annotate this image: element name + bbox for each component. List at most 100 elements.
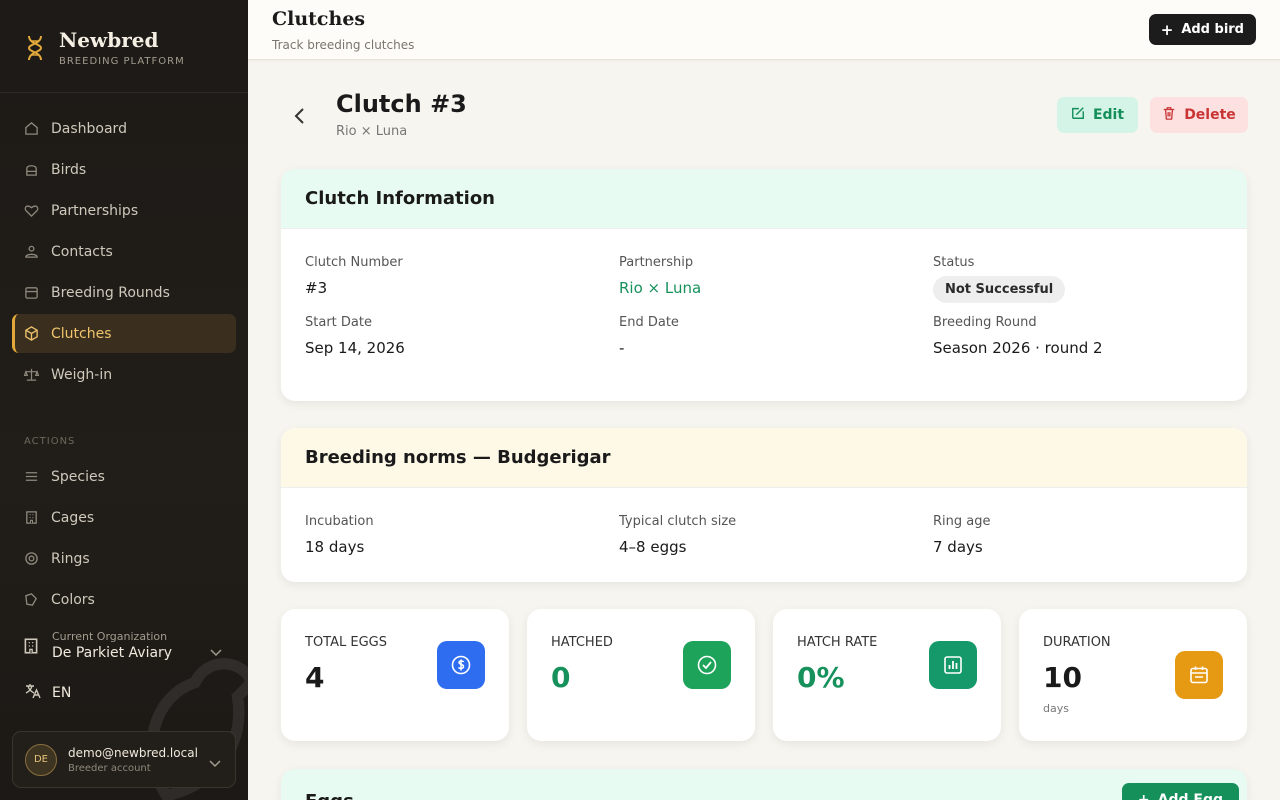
stat-label: DURATION: [1043, 635, 1111, 650]
palette-icon: [23, 592, 39, 608]
nav-item-label: Breeding Rounds: [51, 284, 170, 301]
avatar: DE: [25, 743, 57, 776]
clutch-size-value: 4–8 eggs: [619, 538, 687, 556]
calendar-icon: [1175, 651, 1223, 699]
add-bird-button[interactable]: + Add bird: [1148, 14, 1256, 45]
clutch-size-field: Typical clutch size 4–8 eggs: [619, 488, 933, 564]
main-content: Clutch #3 Rio × Luna Edit Delete Clutch …: [248, 60, 1280, 800]
page-subtitle: Track breeding clutches: [272, 38, 415, 52]
actions-section-label: ACTIONS: [24, 436, 76, 447]
edit-label: Edit: [1092, 107, 1125, 123]
eggs-card: Eggs + Add Egg: [281, 769, 1247, 800]
nav-item-clutches[interactable]: Clutches: [12, 314, 236, 353]
nav-item-label: Species: [51, 468, 105, 485]
building-icon: [23, 510, 39, 526]
brand-name: Newbred: [59, 28, 159, 52]
nav-item-weigh-in[interactable]: Weigh-in: [12, 355, 236, 394]
nav-item-contacts[interactable]: Contacts: [12, 232, 236, 271]
duration-stat: DURATION 10 days: [1019, 609, 1247, 741]
nav-item-colors[interactable]: Colors: [12, 580, 236, 619]
nav-item-species[interactable]: Species: [12, 457, 236, 496]
nav-item-dashboard[interactable]: Dashboard: [12, 109, 236, 148]
ring-age-field: Ring age 7 days: [933, 488, 1247, 564]
nav-item-birds[interactable]: Birds: [12, 150, 236, 189]
field-label: Partnership: [619, 255, 694, 270]
calendar-icon: [23, 285, 39, 301]
chevron-down-icon: [209, 753, 221, 772]
clutch-number-field: Clutch Number #3: [305, 229, 619, 305]
nav-item-label: Partnerships: [51, 202, 139, 219]
add-egg-label: Add Egg: [1157, 792, 1223, 800]
nav-item-rings[interactable]: Rings: [12, 539, 236, 578]
field-label: Typical clutch size: [619, 514, 737, 529]
top-bar: Clutches Track breeding clutches + Add b…: [248, 0, 1280, 60]
breeding-round-field: Breeding Round Season 2026 · round 2: [933, 305, 1247, 381]
field-label: Incubation: [305, 514, 374, 529]
nav-item-partnerships[interactable]: Partnerships: [12, 191, 236, 230]
dna-logo-icon: [27, 35, 43, 61]
nav-item-breeding-rounds[interactable]: Breeding Rounds: [12, 273, 236, 312]
field-label: Start Date: [305, 315, 372, 330]
edit-button[interactable]: Edit: [1057, 97, 1138, 133]
nav-item-label: Dashboard: [51, 120, 127, 137]
delete-label: Delete: [1184, 107, 1236, 123]
list-icon: [23, 469, 39, 485]
field-label: Clutch Number: [305, 255, 403, 270]
organization-switcher[interactable]: Current Organization De Parkiet Aviary: [22, 630, 228, 661]
breeding-round-value: Season 2026 · round 2: [933, 339, 1103, 357]
field-label: End Date: [619, 315, 679, 330]
clutch-title: Clutch #3: [336, 90, 467, 118]
breeding-norms-title: Breeding norms — Budgerigar: [281, 428, 1247, 488]
incubation-value: 18 days: [305, 538, 365, 556]
dollar-icon: [437, 641, 485, 689]
chevron-down-icon: [210, 642, 222, 661]
end-date-field: End Date -: [619, 305, 933, 381]
stat-value: 10: [1043, 661, 1082, 694]
end-date-value: -: [619, 339, 625, 357]
delete-button[interactable]: Delete: [1150, 97, 1248, 133]
nav-item-label: Contacts: [51, 243, 113, 260]
add-bird-label: Add bird: [1181, 22, 1244, 37]
organization-name: De Parkiet Aviary: [52, 645, 173, 661]
plus-icon: +: [1137, 792, 1150, 800]
language-switcher[interactable]: EN: [24, 682, 71, 704]
eggs-title: Eggs: [305, 791, 354, 800]
bar-chart-icon: [929, 641, 977, 689]
start-date-value: Sep 14, 2026: [305, 339, 405, 357]
nav-item-label: Cages: [51, 509, 95, 526]
building-icon: [22, 637, 40, 655]
field-label: Breeding Round: [933, 315, 1037, 330]
stat-label: TOTAL EGGS: [305, 635, 387, 650]
total-eggs-stat: TOTAL EGGS 4: [281, 609, 509, 741]
partnership-link[interactable]: Rio × Luna: [619, 279, 933, 297]
nav-item-label: Clutches: [51, 325, 112, 342]
brand-subtitle: BREEDING PLATFORM: [59, 56, 185, 67]
translate-icon: [24, 682, 42, 704]
nav-item-cages[interactable]: Cages: [12, 498, 236, 537]
stat-value: 0%: [797, 661, 845, 694]
brand[interactable]: Newbred BREEDING PLATFORM: [0, 0, 248, 93]
user-menu[interactable]: DE demo@newbred.local Breeder account: [12, 731, 236, 788]
nav-item-label: Weigh-in: [51, 366, 113, 383]
field-label: Ring age: [933, 514, 991, 529]
trash-icon: [1162, 106, 1176, 124]
edit-icon: [1071, 106, 1085, 124]
status-badge: Not Successful: [933, 276, 1066, 303]
stat-label: HATCH RATE: [797, 635, 878, 650]
stat-value: 0: [551, 661, 571, 694]
clutch-info-card: Clutch Information Clutch Number #3 Part…: [281, 169, 1247, 401]
add-egg-button[interactable]: + Add Egg: [1121, 783, 1239, 800]
actions-nav: Species Cages Rings Colors: [0, 457, 248, 619]
page-title: Clutches: [272, 8, 366, 30]
back-arrow-icon[interactable]: [288, 104, 312, 128]
stat-label: HATCHED: [551, 635, 613, 650]
plus-icon: +: [1160, 20, 1174, 39]
start-date-field: Start Date Sep 14, 2026: [305, 305, 619, 381]
ring-age-value: 7 days: [933, 538, 983, 556]
sidebar: Newbred BREEDING PLATFORM Dashboard Bird…: [0, 0, 248, 800]
box-icon: [23, 326, 39, 342]
stat-value: 4: [305, 661, 325, 694]
clutch-info-title: Clutch Information: [281, 169, 1247, 229]
contacts-icon: [23, 244, 39, 260]
heart-icon: [23, 203, 39, 219]
